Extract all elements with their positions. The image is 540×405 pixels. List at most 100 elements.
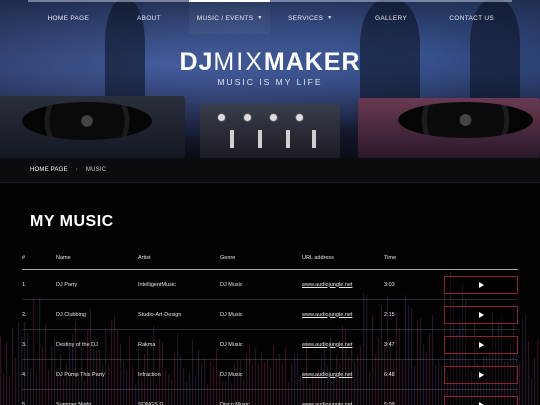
mixer-knob	[296, 114, 303, 121]
nav-item-gallery[interactable]: Gallery	[351, 2, 432, 34]
nav-item-about[interactable]: About	[109, 2, 190, 34]
track-url-link[interactable]: www.audiojungle.net	[302, 269, 384, 300]
equalizer-bar	[519, 363, 521, 405]
play-button[interactable]	[444, 305, 518, 324]
mixer-fader	[230, 130, 234, 148]
col-header-num: #	[22, 247, 56, 270]
equalizer-bar	[525, 314, 527, 405]
nav-item-services[interactable]: Services ▼	[270, 2, 351, 34]
track-name: DJ Pump This Party	[56, 359, 138, 390]
play-cell	[442, 359, 518, 390]
track-num: 3.	[22, 329, 56, 360]
table-row: 3. Destiny of the DJ Rakma DJ Music www.…	[22, 329, 518, 360]
track-url-link[interactable]: www.audiojungle.net	[302, 299, 384, 330]
equalizer-bar	[528, 340, 530, 405]
track-num: 4.	[22, 359, 56, 390]
play-icon	[478, 311, 484, 318]
track-time: 3:03	[384, 269, 442, 300]
track-url-link[interactable]: www.audiojungle.net	[302, 389, 384, 405]
mixer-fader	[258, 130, 262, 148]
track-artist: IntelligentMusic	[138, 269, 220, 300]
play-button[interactable]	[444, 365, 518, 384]
page-title: MY MUSIC	[30, 213, 114, 230]
col-header-time: Time	[384, 247, 442, 270]
hero-banner: Home Page About Music / Events ▼ Services…	[0, 0, 540, 158]
equalizer-bar	[534, 356, 536, 405]
track-url-link[interactable]: www.audiojungle.net	[302, 329, 384, 360]
table-row: 2. DJ Clubbing Studio-Art-Design DJ Musi…	[22, 299, 518, 330]
track-name: DJ Party	[56, 269, 138, 300]
track-genre: DJ Music	[220, 329, 302, 360]
col-header-artist: Artist	[138, 247, 220, 270]
track-genre: Disco Music	[220, 389, 302, 405]
table-row: 4. DJ Pump This Party Infraction DJ Musi…	[22, 359, 518, 390]
col-header-genre: Genre	[220, 247, 302, 270]
table-row: 5. Summer Night SONGS D... Disco Music w…	[22, 389, 518, 405]
play-button[interactable]	[444, 395, 518, 405]
track-genre: DJ Music	[220, 269, 302, 300]
breadcrumb-home-link[interactable]: HOME PAGE	[30, 167, 68, 173]
site-tagline: MUSIC IS MY LIFE	[217, 77, 323, 87]
vinyl-record	[398, 102, 533, 138]
music-table: # Name Artist Genre URL address Time 1. …	[22, 247, 518, 405]
table-row: 1. DJ Party IntelligentMusic DJ Music ww…	[22, 269, 518, 300]
music-section: MY MUSIC # Name Artist Genre URL address…	[0, 183, 540, 405]
site-logo[interactable]: DJMIXMAKER	[0, 48, 540, 77]
track-name: DJ Clubbing	[56, 299, 138, 330]
main-nav: Home Page About Music / Events ▼ Services…	[28, 0, 512, 34]
chevron-down-icon: ▼	[257, 15, 263, 21]
nav-item-music-events[interactable]: Music / Events ▼	[189, 0, 271, 34]
vinyl-record	[22, 102, 152, 140]
track-num: 2.	[22, 299, 56, 330]
equalizer-bar	[522, 318, 524, 405]
play-cell	[442, 329, 518, 360]
col-header-play	[442, 247, 518, 270]
track-artist: Rakma	[138, 329, 220, 360]
track-time: 2:15	[384, 299, 442, 330]
equalizer-bar	[3, 373, 5, 405]
track-artist: Studio-Art-Design	[138, 299, 220, 330]
equalizer-bar	[6, 341, 8, 405]
play-icon	[478, 371, 484, 378]
mixer-knob	[218, 114, 225, 121]
mixer-knob	[270, 114, 277, 121]
play-cell	[442, 389, 518, 405]
track-num: 1.	[22, 269, 56, 300]
equalizer-bar	[18, 321, 20, 405]
track-time: 5:09	[384, 389, 442, 405]
play-icon	[478, 341, 484, 348]
track-time: 3:47	[384, 329, 442, 360]
track-url-link[interactable]: www.audiojungle.net	[302, 359, 384, 390]
play-cell	[442, 299, 518, 330]
chevron-down-icon: ▼	[327, 15, 333, 21]
mixer-knob	[244, 114, 251, 121]
equalizer-bar	[537, 340, 539, 405]
nav-item-contact[interactable]: Contact Us	[431, 2, 512, 34]
play-button[interactable]	[444, 275, 518, 294]
track-num: 5.	[22, 389, 56, 405]
play-cell	[442, 269, 518, 300]
mixer-fader	[312, 130, 316, 148]
col-header-name: Name	[56, 247, 138, 270]
equalizer-bar	[9, 377, 11, 405]
track-artist: Infraction	[138, 359, 220, 390]
equalizer-bar	[12, 327, 14, 405]
track-time: 6:48	[384, 359, 442, 390]
table-header-row: # Name Artist Genre URL address Time	[22, 247, 518, 270]
equalizer-bar	[15, 357, 17, 405]
dj-mixer	[200, 104, 340, 158]
turntable-left	[0, 96, 185, 158]
play-button[interactable]	[444, 335, 518, 354]
play-icon	[478, 401, 484, 405]
track-name: Destiny of the DJ	[56, 329, 138, 360]
breadcrumb-separator: ›	[75, 167, 78, 173]
track-name: Summer Night	[56, 389, 138, 405]
breadcrumb: HOME PAGE › MUSIC	[0, 158, 540, 183]
play-icon	[478, 281, 484, 288]
nav-item-home[interactable]: Home Page	[28, 2, 109, 34]
col-header-url: URL address	[302, 247, 384, 270]
track-genre: DJ Music	[220, 299, 302, 330]
mixer-fader	[286, 130, 290, 148]
breadcrumb-current: MUSIC	[85, 167, 107, 173]
equalizer-bar	[531, 378, 533, 405]
